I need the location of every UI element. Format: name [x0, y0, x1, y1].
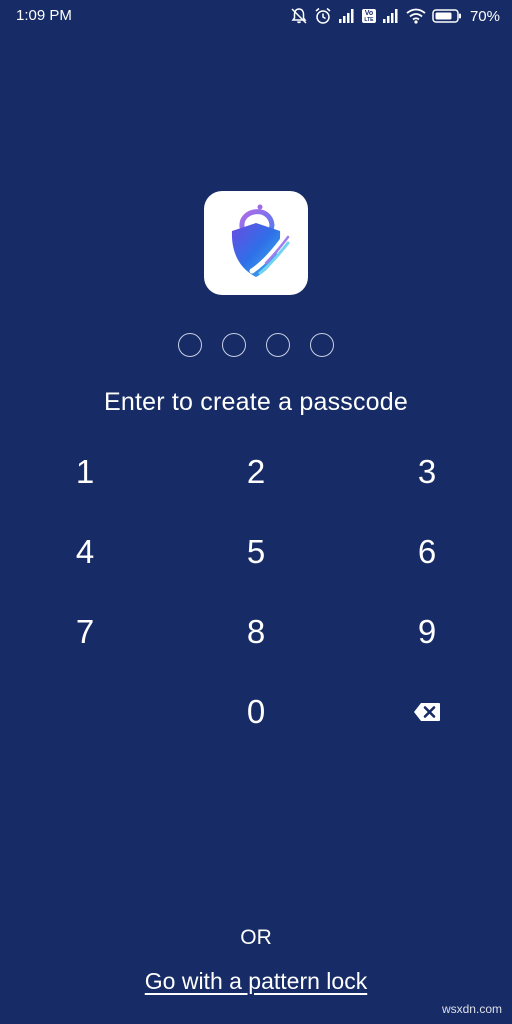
key-9[interactable]: 9: [382, 596, 472, 668]
or-divider-text: OR: [240, 926, 272, 949]
battery-icon: [432, 8, 462, 24]
key-8[interactable]: 8: [211, 596, 301, 668]
status-icons: Vo LTE 70%: [290, 6, 500, 26]
passcode-dot: [222, 333, 246, 357]
key-1[interactable]: 1: [40, 436, 130, 508]
key-3[interactable]: 3: [382, 436, 472, 508]
passcode-dot: [178, 333, 202, 357]
key-2[interactable]: 2: [211, 436, 301, 508]
key-7[interactable]: 7: [40, 596, 130, 668]
passcode-dot: [310, 333, 334, 357]
passcode-indicator: [0, 333, 512, 357]
backspace-button[interactable]: [382, 676, 472, 748]
key-5[interactable]: 5: [211, 516, 301, 588]
shield-lock-logo-icon: [231, 204, 290, 277]
passcode-dot: [266, 333, 290, 357]
key-4[interactable]: 4: [40, 516, 130, 588]
signal-icon: [338, 8, 356, 24]
app-logo: [204, 191, 308, 295]
status-bar: 1:09 PM Vo LTE 70%: [0, 0, 512, 32]
backspace-icon: [414, 703, 440, 721]
instruction-text: Enter to create a passcode: [104, 388, 408, 416]
pattern-lock-link[interactable]: Go with a pattern lock: [0, 968, 512, 995]
alarm-icon: [314, 7, 332, 25]
key-0[interactable]: 0: [211, 676, 301, 748]
battery-percent: 70%: [469, 7, 500, 25]
mute-bell-icon: [290, 7, 308, 25]
signal-icon-2: [382, 8, 400, 24]
wifi-icon: [406, 8, 426, 24]
key-6[interactable]: 6: [382, 516, 472, 588]
watermark: wsxdn.com: [441, 1002, 502, 1016]
status-time: 1:09 PM: [16, 7, 72, 24]
volte-icon: Vo LTE: [361, 9, 376, 23]
